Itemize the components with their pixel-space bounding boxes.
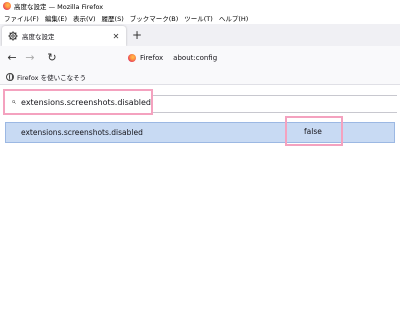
window-title: 高度な設定 — Mozilla Firefox [14,2,104,11]
menu-edit[interactable]: 編集(E) [45,13,67,23]
forward-button[interactable]: → [22,50,38,66]
menu-view[interactable]: 表示(V) [73,13,96,23]
firefox-logo-icon [3,1,11,10]
new-tab-button[interactable]: + [130,28,144,42]
menu-file[interactable]: ファイル(F) [4,13,39,23]
menu-help[interactable]: ヘルプ(H) [219,13,248,23]
bookmarks-toolbar: Firefox を使いこなそう [0,70,400,85]
menu-bar: ファイル(F) 編集(E) 表示(V) 履歴(S) ブックマーク(B) ツール(… [0,11,400,24]
navigation-bar: ← → ↻ Firefox about:config [0,46,400,70]
bookmark-getting-started[interactable]: Firefox を使いこなそう [17,72,86,82]
preference-name: extensions.screenshots.disabled [21,128,143,137]
tab-strip: 高度な設定 ✕ + [0,24,400,46]
menu-history[interactable]: 履歴(S) [102,13,124,23]
preference-value[interactable]: false [304,127,322,136]
search-field-extension[interactable] [153,95,397,113]
search-value: extensions.screenshots.disabled [21,97,151,107]
url-bar[interactable]: Firefox about:config [128,50,396,66]
menu-tools[interactable]: ツール(T) [184,13,213,23]
gear-icon [8,31,18,41]
url-text[interactable]: about:config [173,54,217,62]
tab-advanced-settings[interactable]: 高度な設定 ✕ [2,26,126,46]
tab-label: 高度な設定 [22,33,55,41]
identity-label: Firefox [140,54,164,62]
search-icon [12,100,16,104]
title-bar: 高度な設定 — Mozilla Firefox [0,0,400,11]
close-tab-icon[interactable]: ✕ [111,32,121,41]
reload-button[interactable]: ↻ [44,50,60,66]
search-input[interactable]: extensions.screenshots.disabled [3,89,153,115]
firefox-identity-icon [128,54,136,62]
globe-icon [6,73,14,81]
back-button[interactable]: ← [4,50,20,66]
menu-bookmarks[interactable]: ブックマーク(B) [130,13,179,23]
